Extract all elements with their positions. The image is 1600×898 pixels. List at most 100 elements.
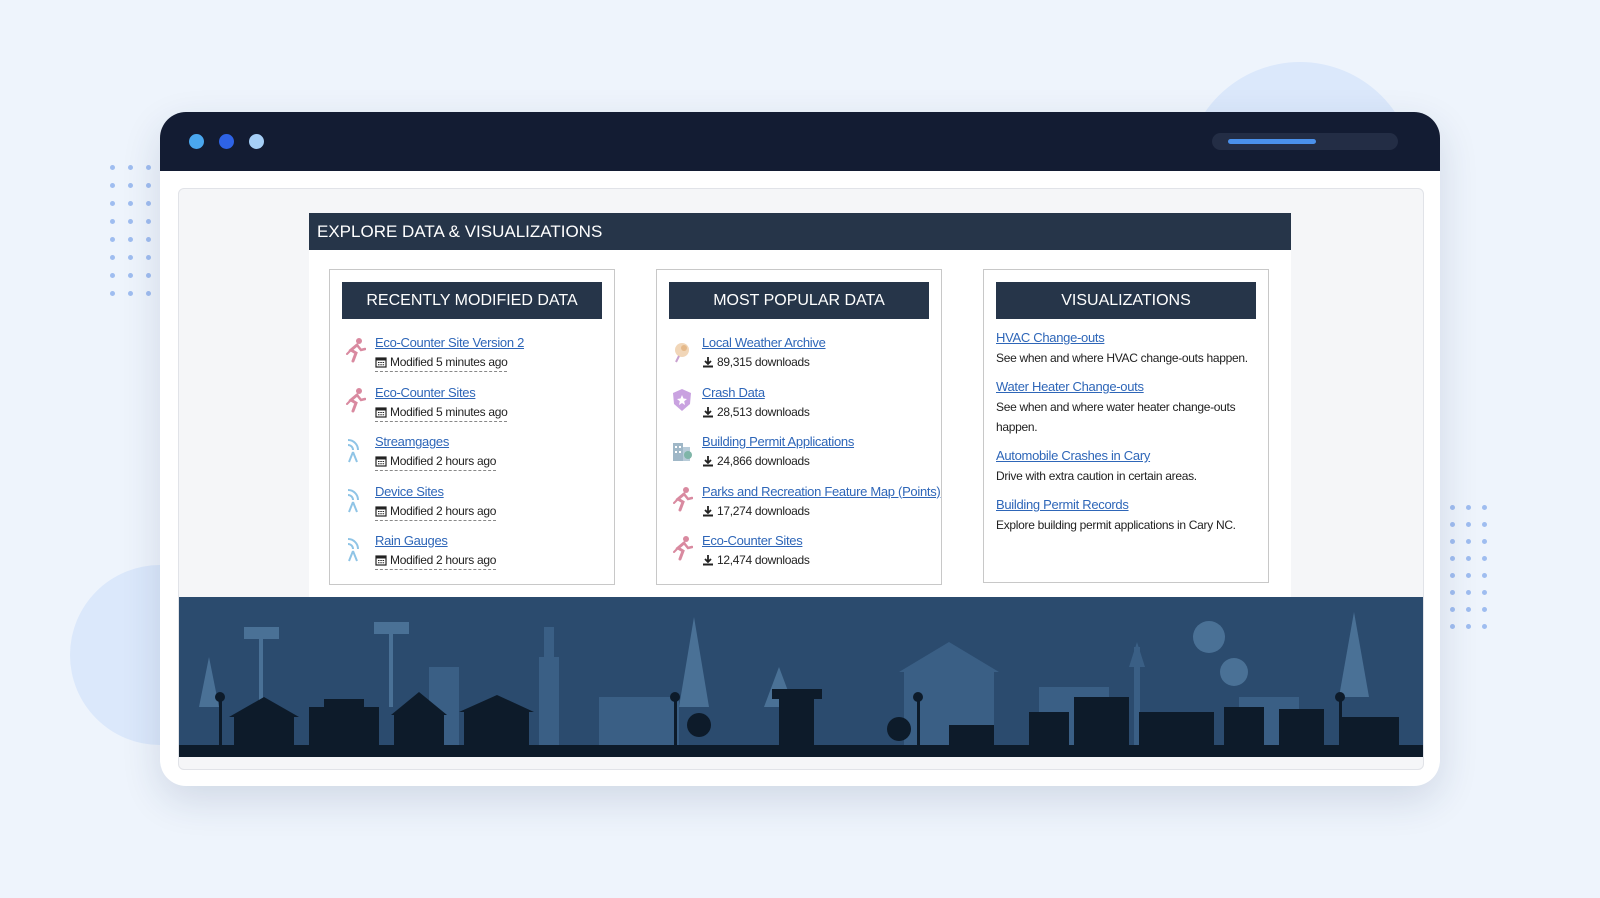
item-text: Building Permit Applications 24,866 downl… [702, 432, 932, 470]
meta-text: Modified 2 hours ago [390, 454, 497, 468]
browser-window: EXPLORE DATA & VISUALIZATIONS RECENTLY M… [160, 112, 1440, 786]
visualization-item: Water Heater Change-outs See when and whe… [996, 377, 1260, 437]
list-item: Rain Gauges Modified 2 hours ago [344, 531, 608, 581]
browser-titlebar [160, 112, 1440, 171]
list-item: Eco-Counter Sites 12,474 downloads [671, 531, 935, 581]
visualization-description: See when and where water heater change-o… [996, 400, 1236, 434]
cyclist-icon [344, 336, 366, 364]
item-meta: 28,513 downloads [702, 403, 932, 421]
calendar-icon [375, 455, 387, 467]
meta-text: 12,474 downloads [717, 553, 810, 567]
download-icon [702, 455, 714, 467]
item-meta: 12,474 downloads [702, 551, 932, 569]
item-meta: 24,866 downloads [702, 452, 932, 470]
meta-text: 89,315 downloads [717, 355, 810, 369]
loading-indicator [1228, 139, 1316, 144]
meta-text: Modified 5 minutes ago [390, 355, 508, 369]
download-icon [702, 554, 714, 566]
cyclist-icon [671, 485, 693, 513]
dataset-link[interactable]: Crash Data [702, 383, 932, 403]
dataset-link[interactable]: Eco-Counter Site Version 2 [375, 333, 605, 353]
decorative-dot-grid [110, 165, 151, 296]
meta-text: 17,274 downloads [717, 503, 810, 518]
item-meta: Modified 2 hours ago [375, 452, 496, 471]
visualization-description: Explore building permit applications in … [996, 518, 1236, 532]
recently-modified-panel: RECENTLY MODIFIED DATA Eco-Counter Site … [329, 269, 615, 585]
section-title: EXPLORE DATA & VISUALIZATIONS [309, 213, 1291, 250]
panel-title: MOST POPULAR DATA [669, 282, 929, 319]
meta-text: Modified 2 hours ago [390, 553, 497, 567]
badge-icon [671, 386, 693, 414]
list-item: Crash Data 28,513 downloads [671, 383, 935, 433]
dataset-link[interactable]: Eco-Counter Sites [375, 383, 605, 403]
signal-icon [344, 485, 366, 513]
item-text: Streamgages Modified 2 hours ago [375, 432, 605, 472]
meta-text: 28,513 downloads [717, 404, 810, 419]
calendar-icon [375, 406, 387, 418]
meta-text: Modified 2 hours ago [390, 503, 497, 518]
list-item: Streamgages Modified 2 hours ago [344, 432, 608, 482]
visualizations-list: HVAC Change-outs See when and where HVAC … [996, 328, 1260, 544]
dataset-link[interactable]: Device Sites [375, 482, 605, 502]
calendar-icon [375, 505, 387, 517]
dataset-link[interactable]: Local Weather Archive [702, 333, 932, 353]
item-meta: Modified 5 minutes ago [375, 403, 508, 422]
visualization-description: See when and where HVAC change-outs happ… [996, 351, 1248, 365]
list-item: Eco-Counter Site Version 2 Modified 5 min… [344, 333, 608, 383]
download-icon [702, 406, 714, 418]
window-control-dot[interactable] [249, 134, 264, 149]
visualizations-panel: VISUALIZATIONS HVAC Change-outs See when … [983, 269, 1269, 583]
dataset-link[interactable]: Building Permit Applications [702, 432, 932, 452]
page-content: EXPLORE DATA & VISUALIZATIONS RECENTLY M… [178, 188, 1424, 770]
panel-title: VISUALIZATIONS [996, 282, 1256, 319]
visualization-link[interactable]: Water Heater Change-outs [996, 377, 1260, 397]
item-meta: 89,315 downloads [702, 353, 932, 371]
item-text: Device Sites Modified 2 hours ago [375, 482, 605, 522]
cyclist-icon [671, 534, 693, 562]
decorative-dot-grid [1450, 505, 1487, 629]
visualization-item: Building Permit Records Explore building … [996, 495, 1260, 535]
building-icon [671, 435, 693, 463]
item-text: Local Weather Archive 89,315 downloads [702, 333, 932, 371]
visualization-link[interactable]: HVAC Change-outs [996, 328, 1260, 348]
dataset-link[interactable]: Rain Gauges [375, 531, 605, 551]
item-text: Eco-Counter Site Version 2 Modified 5 min… [375, 333, 605, 373]
visualization-item: HVAC Change-outs See when and where HVAC … [996, 328, 1260, 368]
signal-icon [344, 435, 366, 463]
weather-icon [671, 336, 693, 364]
item-text: Eco-Counter Sites 12,474 downloads [702, 531, 932, 569]
item-meta: Modified 2 hours ago [375, 502, 496, 521]
dataset-link[interactable]: Streamgages [375, 432, 605, 452]
dataset-link[interactable]: Parks and Recreation Feature Map (Points… [702, 482, 941, 502]
meta-text: 24,866 downloads [717, 454, 810, 468]
item-text: Eco-Counter Sites Modified 5 minutes ago [375, 383, 605, 423]
recent-list: Eco-Counter Site Version 2 Modified 5 min… [344, 333, 608, 581]
visualization-item: Automobile Crashes in Cary Drive with ext… [996, 446, 1260, 486]
address-bar[interactable] [1212, 133, 1398, 150]
panel-title: RECENTLY MODIFIED DATA [342, 282, 602, 319]
download-icon [702, 505, 714, 517]
calendar-icon [375, 554, 387, 566]
dataset-link[interactable]: Eco-Counter Sites [702, 531, 932, 551]
cyclist-icon [344, 386, 366, 414]
item-text: Crash Data 28,513 downloads [702, 383, 932, 421]
meta-text: Modified 5 minutes ago [390, 404, 508, 419]
window-control-dot[interactable] [189, 134, 204, 149]
list-item: Eco-Counter Sites Modified 5 minutes ago [344, 383, 608, 433]
item-text: Parks and Recreation Feature Map (Points… [702, 482, 941, 520]
list-item: Parks and Recreation Feature Map (Points… [671, 482, 941, 532]
item-meta: Modified 5 minutes ago [375, 353, 508, 372]
item-meta: 17,274 downloads [702, 502, 932, 520]
list-item: Building Permit Applications 24,866 downl… [671, 432, 935, 482]
visualization-link[interactable]: Automobile Crashes in Cary [996, 446, 1260, 466]
calendar-icon [375, 356, 387, 368]
city-skyline-illustration [179, 597, 1423, 757]
window-control-dot[interactable] [219, 134, 234, 149]
explore-section: EXPLORE DATA & VISUALIZATIONS RECENTLY M… [309, 213, 1291, 607]
item-text: Rain Gauges Modified 2 hours ago [375, 531, 605, 571]
visualization-description: Drive with extra caution in certain area… [996, 469, 1197, 483]
item-meta: Modified 2 hours ago [375, 551, 496, 570]
visualization-link[interactable]: Building Permit Records [996, 495, 1260, 515]
download-icon [702, 356, 714, 368]
popular-list: Local Weather Archive 89,315 downloads Cra… [671, 333, 941, 581]
